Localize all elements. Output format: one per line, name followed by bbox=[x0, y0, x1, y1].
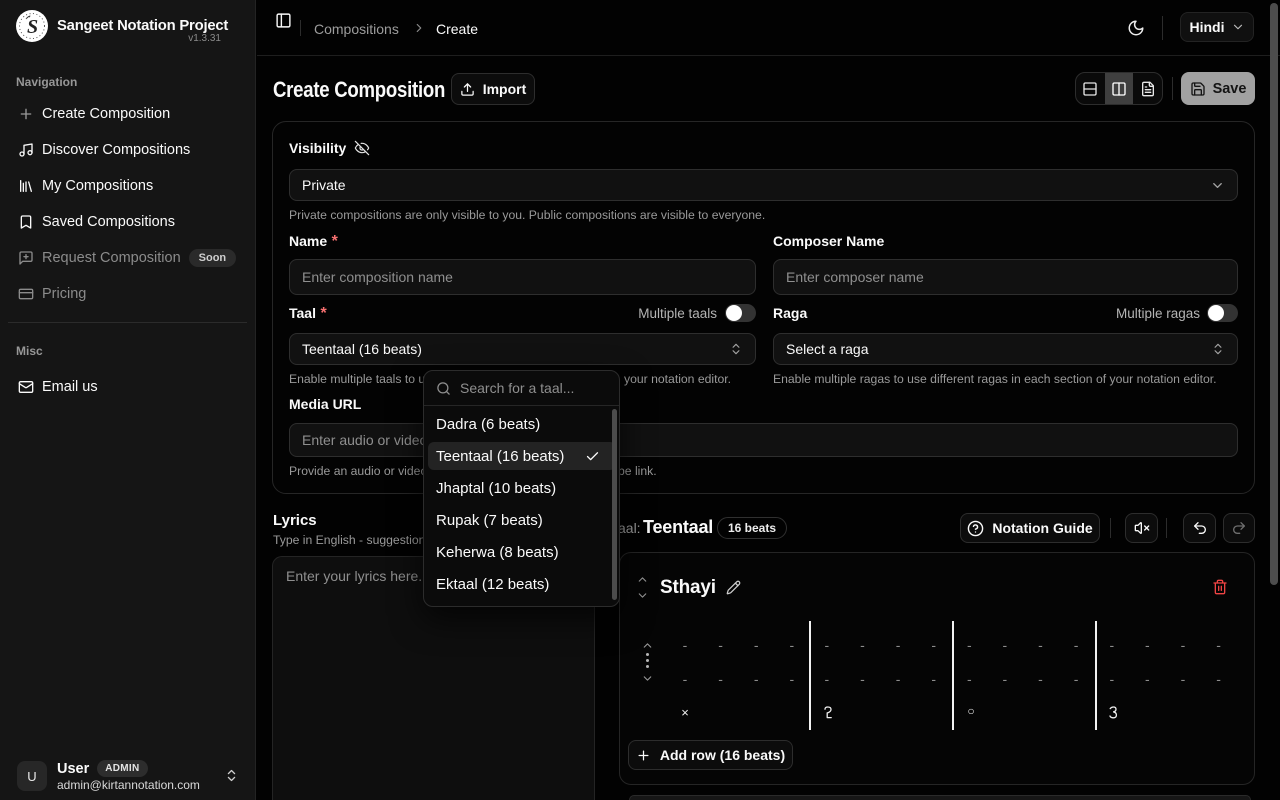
svg-text:S: S bbox=[27, 16, 38, 38]
